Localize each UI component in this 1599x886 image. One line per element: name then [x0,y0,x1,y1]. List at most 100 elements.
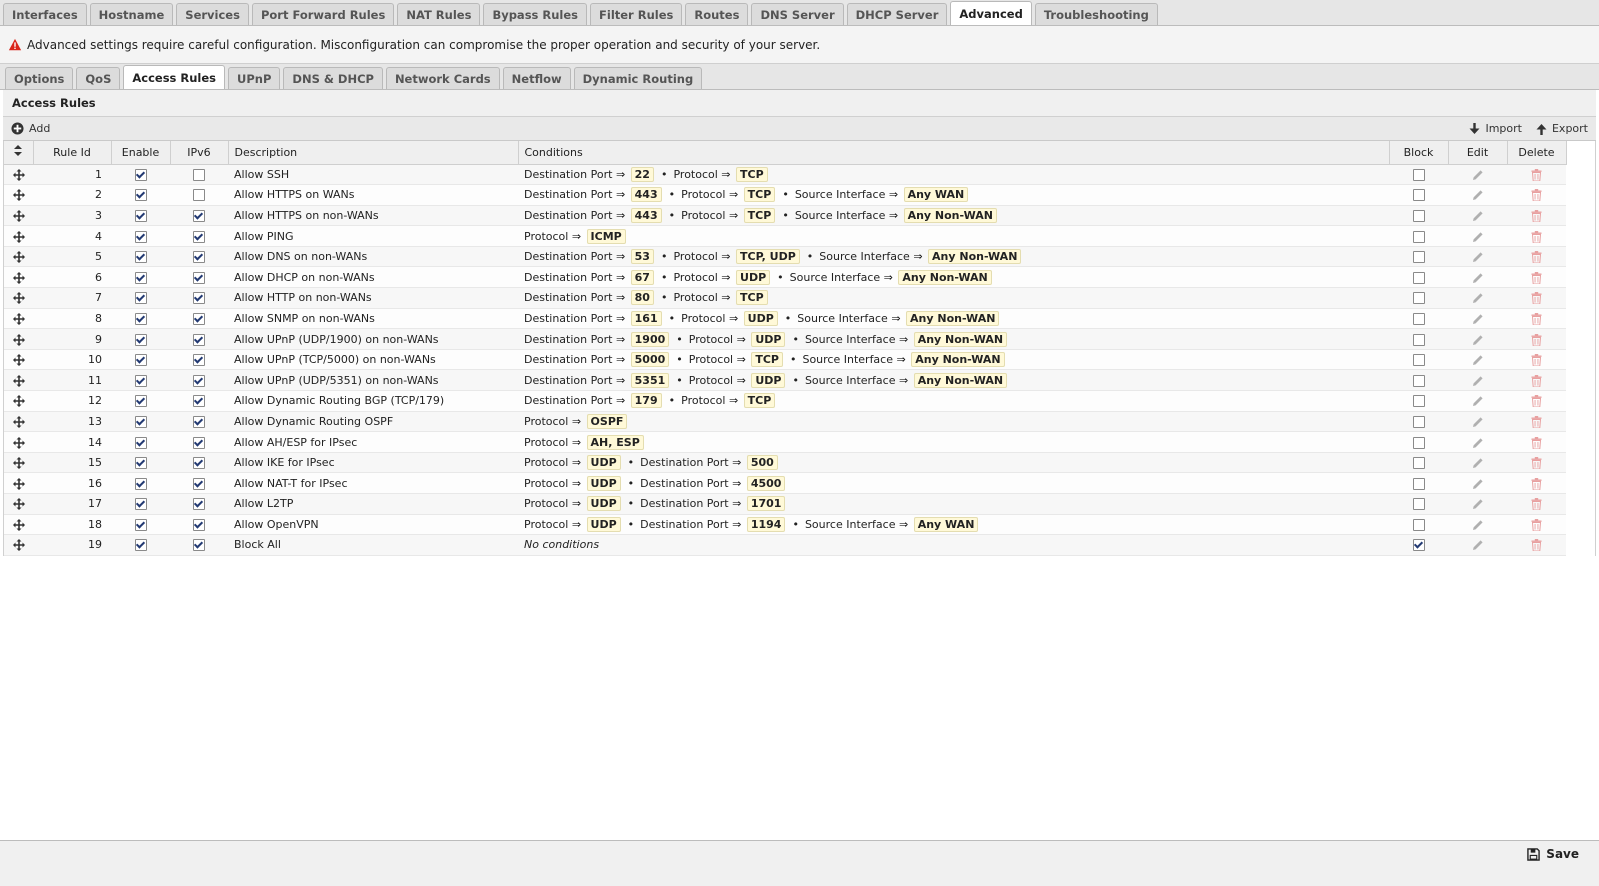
col-description[interactable]: Description [228,141,519,165]
delete-button[interactable] [1507,266,1566,289]
edit-button[interactable] [1448,225,1507,247]
enable-checkbox[interactable] [134,251,147,264]
ipv6-checkbox[interactable] [193,354,205,367]
export-button[interactable]: Export [1536,122,1588,135]
row-drag-handle[interactable] [4,390,33,412]
row-drag-handle[interactable] [4,266,33,289]
ipv6-checkbox[interactable] [193,518,205,531]
enable-checkbox[interactable] [134,292,147,305]
enable-checkbox[interactable] [134,539,147,552]
ipv6-checkbox[interactable] [193,539,205,552]
edit-button[interactable] [1448,514,1507,536]
delete-button[interactable] [1507,308,1566,330]
edit-button[interactable] [1448,390,1507,412]
block-checkbox[interactable] [1412,415,1425,428]
enable-checkbox[interactable] [134,312,147,325]
delete-button[interactable] [1507,328,1566,350]
edit-button[interactable] [1448,164,1507,186]
block-checkbox[interactable] [1412,251,1425,264]
edit-button[interactable] [1448,266,1507,289]
block-checkbox[interactable] [1412,436,1425,449]
tab-services[interactable]: Services [176,3,249,25]
subtab-access-rules[interactable]: Access Rules [123,65,226,89]
subtab-dynamic-routing[interactable]: Dynamic Routing [573,67,703,89]
enable-checkbox[interactable] [134,477,147,490]
enable-checkbox[interactable] [134,230,147,243]
edit-button[interactable] [1448,308,1507,330]
block-checkbox[interactable] [1412,230,1425,243]
block-checkbox[interactable] [1412,477,1425,490]
subtab-qos[interactable]: QoS [76,67,121,89]
row-drag-handle[interactable] [4,431,33,453]
ipv6-checkbox[interactable] [193,292,205,305]
delete-button[interactable] [1507,390,1566,412]
delete-button[interactable] [1507,431,1566,453]
edit-button[interactable] [1448,534,1507,556]
enable-checkbox[interactable] [134,209,147,222]
delete-button[interactable] [1507,472,1566,494]
block-checkbox[interactable] [1412,209,1425,222]
enable-checkbox[interactable] [134,518,147,531]
enable-checkbox[interactable] [134,415,147,428]
delete-button[interactable] [1507,164,1566,186]
row-drag-handle[interactable] [4,205,33,227]
delete-button[interactable] [1507,246,1566,268]
edit-button[interactable] [1448,431,1507,453]
enable-checkbox[interactable] [134,354,147,367]
delete-button[interactable] [1507,411,1566,433]
edit-button[interactable] [1448,411,1507,433]
delete-button[interactable] [1507,349,1566,371]
block-checkbox[interactable] [1412,374,1425,387]
edit-button[interactable] [1448,328,1507,350]
tab-interfaces[interactable]: Interfaces [3,3,87,25]
ipv6-checkbox[interactable] [193,436,205,449]
import-button[interactable]: Import [1469,122,1522,135]
ipv6-checkbox[interactable] [193,374,205,387]
enable-checkbox[interactable] [134,333,147,346]
ipv6-checkbox[interactable] [193,477,205,490]
row-drag-handle[interactable] [4,452,33,474]
ipv6-checkbox[interactable] [193,312,205,325]
row-drag-handle[interactable] [4,184,33,206]
tab-dhcp-server[interactable]: DHCP Server [846,3,948,25]
subtab-dns-dhcp[interactable]: DNS & DHCP [283,67,383,89]
subtab-network-cards[interactable]: Network Cards [385,67,500,89]
block-checkbox[interactable] [1412,312,1425,325]
row-drag-handle[interactable] [4,411,33,433]
col-conditions[interactable]: Conditions [518,141,1390,165]
row-drag-handle[interactable] [4,493,33,515]
ipv6-checkbox[interactable] [193,271,205,284]
block-checkbox[interactable] [1412,333,1425,346]
ipv6-checkbox[interactable] [193,333,205,346]
col-enable[interactable]: Enable [111,141,171,165]
row-drag-handle[interactable] [4,225,33,247]
tab-nat-rules[interactable]: NAT Rules [397,3,481,25]
row-drag-handle[interactable] [4,246,33,268]
ipv6-checkbox[interactable] [193,498,205,511]
row-drag-handle[interactable] [4,164,33,186]
enable-checkbox[interactable] [134,436,147,449]
edit-button[interactable] [1448,472,1507,494]
ipv6-checkbox[interactable] [193,168,205,181]
enable-checkbox[interactable] [134,374,147,387]
row-drag-handle[interactable] [4,472,33,494]
row-drag-handle[interactable] [4,287,33,309]
sort-handle-header[interactable] [4,141,34,165]
ipv6-checkbox[interactable] [193,415,205,428]
edit-button[interactable] [1448,493,1507,515]
block-checkbox[interactable] [1412,539,1425,552]
delete-button[interactable] [1507,287,1566,309]
edit-button[interactable] [1448,349,1507,371]
ipv6-checkbox[interactable] [193,230,205,243]
row-drag-handle[interactable] [4,514,33,536]
ipv6-checkbox[interactable] [193,189,205,202]
delete-button[interactable] [1507,225,1566,247]
tab-troubleshooting[interactable]: Troubleshooting [1034,3,1158,25]
tab-routes[interactable]: Routes [685,3,749,25]
tab-port-forward-rules[interactable]: Port Forward Rules [251,3,395,25]
row-drag-handle[interactable] [4,308,33,330]
col-rule-id[interactable]: Rule Id [33,141,112,165]
block-checkbox[interactable] [1412,271,1425,284]
block-checkbox[interactable] [1412,518,1425,531]
save-button[interactable]: Save [1527,847,1579,861]
